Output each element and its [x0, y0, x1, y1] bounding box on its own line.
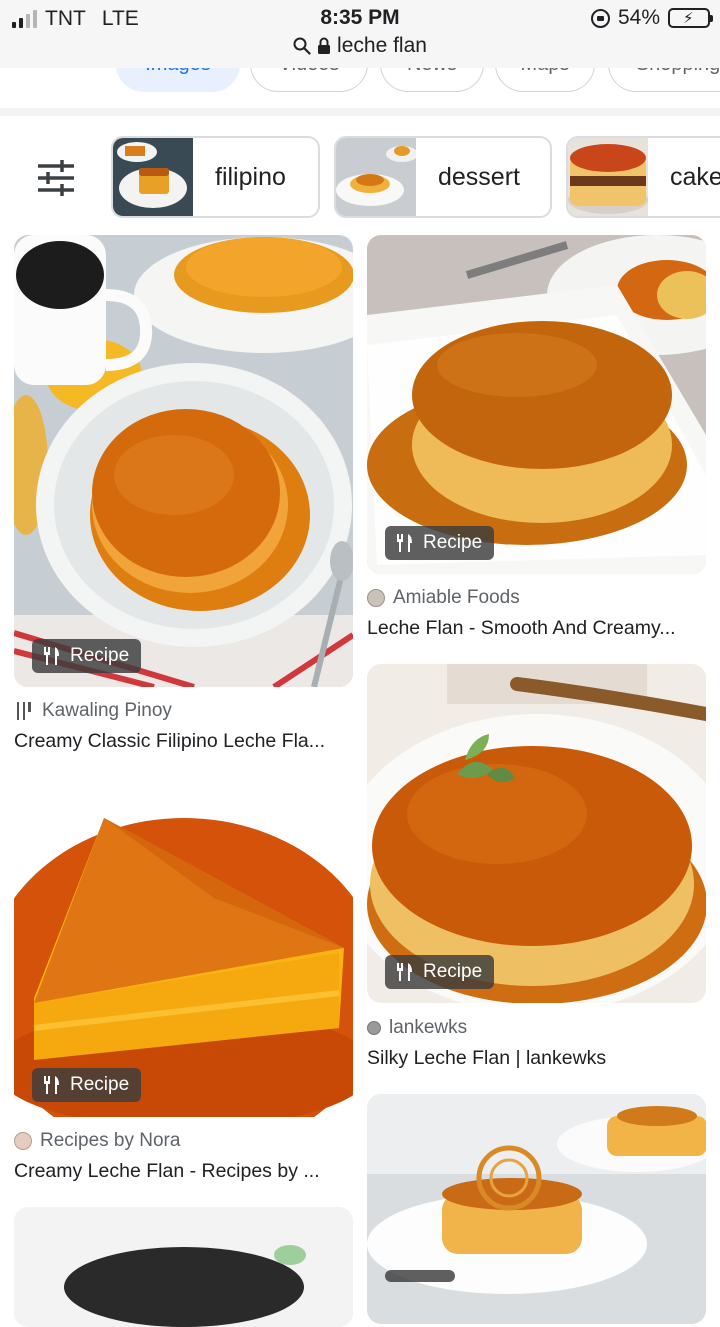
orientation-lock-icon	[590, 8, 610, 28]
chip-label: filipino	[215, 162, 286, 191]
badge-label: Recipe	[423, 532, 483, 553]
section-divider	[0, 108, 720, 116]
result-source[interactable]: lankewks	[367, 1017, 467, 1039]
chip-cake[interactable]: cake	[566, 136, 720, 218]
result-image[interactable]	[367, 235, 706, 574]
battery-icon: ⚡	[668, 8, 713, 28]
chip-thumbnail	[336, 138, 416, 216]
badge-label: Recipe	[70, 645, 130, 666]
flan-photo	[367, 235, 706, 574]
address-bar[interactable]: leche flan	[0, 34, 720, 58]
result-source[interactable]: Kawaling Pinoy	[14, 700, 172, 722]
result-image[interactable]	[367, 664, 706, 1003]
utensils-icon	[397, 963, 412, 981]
kawaling-pinoy-logo-icon	[17, 702, 31, 720]
recipe-badge: Recipe	[32, 639, 142, 673]
battery-percent: 54%	[617, 6, 660, 29]
recipe-badge: Recipe	[385, 955, 495, 989]
flan-photo	[14, 1207, 353, 1327]
flan-photo	[367, 664, 706, 1003]
chip-thumbnail	[568, 138, 648, 216]
status-right: 54% ⚡	[590, 6, 713, 30]
search-icon	[293, 37, 311, 55]
recipe-badge: Recipe	[385, 526, 495, 560]
chip-label: cake	[670, 162, 720, 191]
result-image[interactable]	[14, 1207, 353, 1327]
chip-thumbnail	[113, 138, 193, 216]
utensils-icon	[44, 647, 59, 665]
result-image[interactable]	[14, 235, 353, 687]
amiable-foods-logo-icon	[367, 589, 385, 607]
result-title[interactable]: Creamy Classic Filipino Leche Fla...	[14, 730, 325, 753]
chip-label: dessert	[438, 162, 520, 191]
source-name: Recipes by Nora	[40, 1130, 181, 1151]
recipe-badge	[385, 1270, 455, 1282]
chip-filipino[interactable]: filipino	[111, 136, 320, 218]
result-source[interactable]: Amiable Foods	[367, 587, 520, 609]
recipe-badge: Recipe	[32, 1068, 142, 1102]
result-image[interactable]	[367, 1094, 706, 1324]
source-name: Amiable Foods	[393, 587, 520, 608]
utensils-icon	[397, 534, 412, 552]
utensils-icon	[44, 1076, 59, 1094]
source-name: lankewks	[389, 1017, 468, 1038]
result-title[interactable]: Creamy Leche Flan - Recipes by ...	[14, 1160, 320, 1183]
chip-dessert[interactable]: dessert	[334, 136, 552, 218]
lock-icon	[318, 37, 331, 54]
tune-filter-icon[interactable]	[36, 158, 76, 198]
url-text: leche flan	[337, 34, 427, 57]
flan-photo	[367, 1094, 706, 1324]
result-title[interactable]: Silky Leche Flan | lankewks	[367, 1047, 606, 1070]
result-image[interactable]	[14, 778, 353, 1117]
result-source[interactable]: Recipes by Nora	[14, 1130, 180, 1152]
recipes-by-nora-logo-icon	[14, 1132, 32, 1150]
source-name: Kawaling Pinoy	[42, 700, 172, 721]
flan-photo	[14, 235, 353, 687]
lankewks-logo-icon	[367, 1021, 381, 1035]
badge-label: Recipe	[70, 1074, 130, 1095]
badge-label: Recipe	[423, 961, 483, 982]
result-title[interactable]: Leche Flan - Smooth And Creamy...	[367, 617, 676, 640]
flan-photo	[14, 778, 353, 1117]
